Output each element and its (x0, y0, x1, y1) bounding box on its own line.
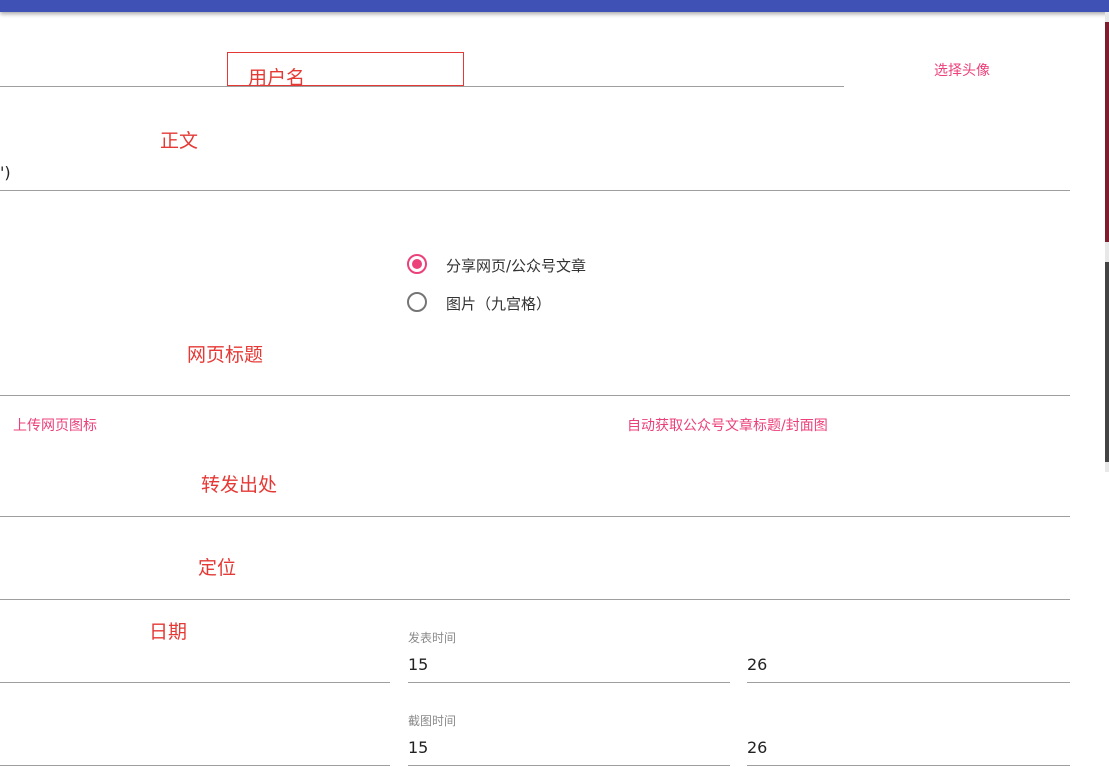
body-text-annotation: 正文 (160, 130, 199, 152)
publish-minute-underline[interactable] (747, 682, 1070, 683)
username-annotation: 用户名 (248, 67, 306, 89)
screenshot-minute-input[interactable]: 26 (747, 738, 767, 757)
web-title-input-underline[interactable] (0, 395, 1070, 396)
location-annotation: 定位 (198, 557, 237, 579)
app-bar (0, 0, 1109, 12)
screenshot-minute-underline[interactable] (747, 765, 1070, 766)
choose-avatar-button[interactable]: 选择头像 (934, 60, 990, 80)
screenshot-hour-input[interactable]: 15 (408, 738, 428, 757)
radio-share-webpage-label[interactable]: 分享网页/公众号文章 (446, 255, 586, 276)
publish-date-input-underline[interactable] (0, 682, 390, 683)
upload-web-icon-button[interactable]: 上传网页图标 (13, 415, 97, 435)
source-input-underline[interactable] (0, 516, 1070, 517)
screenshot-hour-underline[interactable] (408, 765, 730, 766)
username-annotation-box: 用户名 (227, 52, 464, 89)
location-input-underline[interactable] (0, 599, 1070, 600)
publish-hour-input[interactable]: 15 (408, 655, 428, 674)
screenshot-time-label: 截图时间 (408, 714, 457, 728)
body-text-input-underline[interactable] (0, 190, 1070, 191)
scrollbar-thumb-lower[interactable] (1105, 262, 1109, 462)
radio-share-webpage[interactable] (407, 254, 427, 274)
publish-minute-input[interactable]: 26 (747, 655, 767, 674)
web-title-annotation: 网页标题 (187, 344, 264, 366)
publish-time-label: 发表时间 (408, 631, 457, 645)
date-annotation: 日期 (149, 621, 188, 643)
username-input-underline[interactable] (0, 86, 844, 87)
radio-image-grid[interactable] (407, 292, 427, 312)
scrollbar-edge[interactable] (1105, 12, 1109, 472)
source-annotation: 转发出处 (201, 474, 278, 496)
auto-fetch-article-button[interactable]: 自动获取公众号文章标题/封面图 (627, 415, 828, 435)
radio-image-grid-label[interactable]: 图片（九宫格） (446, 293, 551, 314)
scrollbar-thumb-upper[interactable] (1105, 22, 1109, 242)
publish-hour-underline[interactable] (408, 682, 730, 683)
screenshot-date-input-underline[interactable] (0, 765, 390, 766)
body-text-input[interactable]: ') (0, 163, 11, 182)
